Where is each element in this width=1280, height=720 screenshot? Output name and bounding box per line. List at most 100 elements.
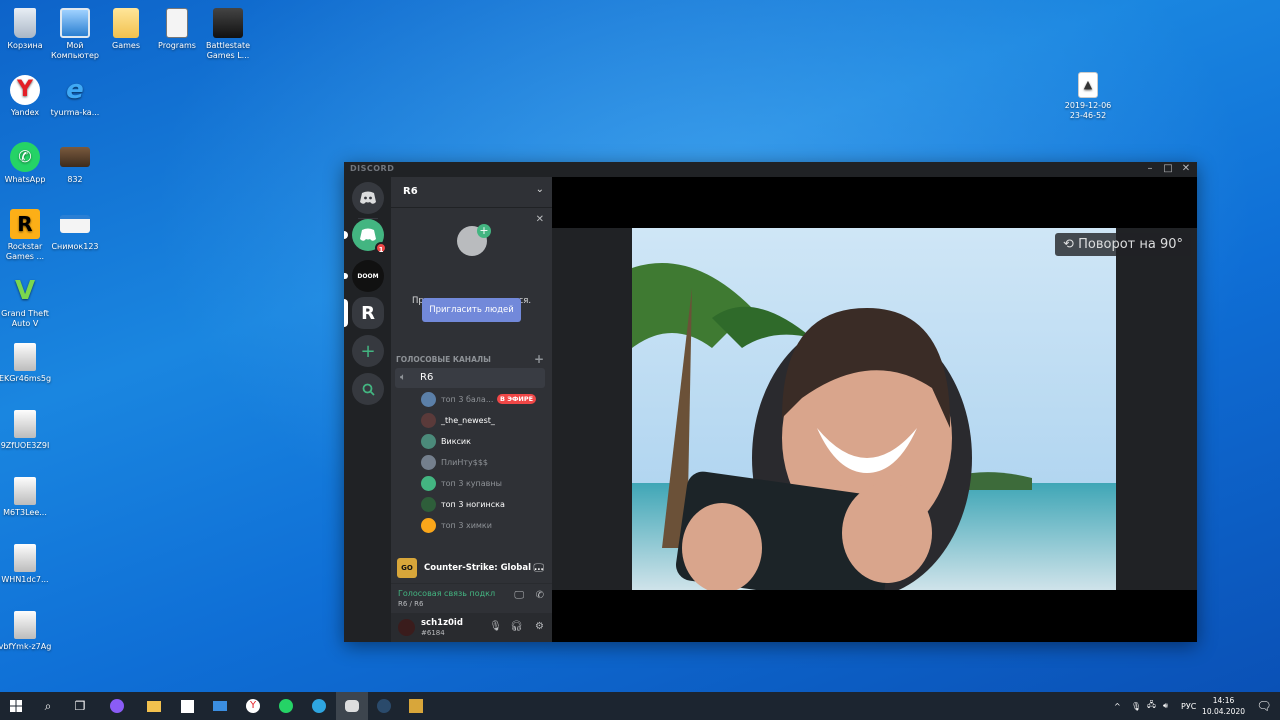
headphones-icon[interactable]: 🎧︎ [510,621,523,632]
rotate-icon: ⟲ [1063,237,1074,252]
taskbar: ⌕ ❐ Y ^ 🎙︎ 🖧︎ 🔊︎ РУС 14:16 10.04.2020 🗨︎ [0,692,1280,720]
desktop-icon-my-computer[interactable]: Мой Компьютер [47,8,103,61]
voice-user[interactable]: топ 3 бала... В ЭФИРЕ [419,390,545,410]
desktop-icon-file-5[interactable]: vbfYmk-z7Ag [0,611,53,652]
desktop-icon-file-3[interactable]: M6T3Lee... [0,477,53,518]
volume-icon[interactable]: 🔊︎ [1163,692,1168,720]
program-icon [166,8,188,38]
voice-user[interactable]: _the_newest_ [419,411,545,431]
search-icon [362,383,375,396]
desktop-icon-label: Yandex [10,108,40,117]
server-icon-dark[interactable]: DOOM [352,260,384,292]
show-hidden-icons[interactable]: ^ [1114,692,1121,720]
screen-share-icon[interactable]: 🖵︎ [514,590,524,601]
screen-share-icon[interactable]: 🖵︎ [533,561,544,575]
desktop-icon-screenshot-file[interactable]: ▲ 2019-12-06 23-46-52 [1060,72,1116,121]
desktop-icon-label: Корзина [7,41,43,50]
voice-channel-r6[interactable]: 🔈︎ R6 [395,368,545,388]
notification-badge: 1 [375,242,387,254]
search-icon[interactable]: ⌕ [32,692,64,720]
desktop-icon-label: vbfYmk-z7Ag [0,642,52,651]
speaker-icon: 🔈︎ [400,372,406,383]
add-channel-icon[interactable]: + [534,352,544,366]
user-tag: #6184 [421,629,445,637]
system-clock[interactable]: 14:16 10.04.2020 [1202,695,1245,717]
desktop-icon-rockstar[interactable]: R Rockstar Games ... [0,209,53,262]
voice-channels-category[interactable]: ГОЛОСОВЫЕ КАНАЛЫ + [396,352,546,366]
whatsapp-icon: ✆ [10,142,40,172]
screenshot-file-icon [60,215,90,233]
server-header[interactable]: R6 ⌄ [391,177,552,208]
discord-logo-icon [360,228,376,241]
clock-date: 10.04.2020 [1202,707,1245,716]
add-friend-icon: + [477,224,491,238]
avatar [421,413,436,428]
desktop-icon-whatsapp[interactable]: ✆ WhatsApp [0,142,53,185]
desktop-icon-gta[interactable]: V Grand Theft Auto V [0,276,53,329]
desktop-icon-yandex[interactable]: Y Yandex [0,75,53,118]
desktop-icon-label: Снимок123 [51,242,99,251]
desktop-icon-games[interactable]: Games [98,8,154,51]
desktop-icon-label: 2019-12-06 23-46-52 [1064,101,1112,120]
steam-icon[interactable] [368,692,400,720]
server-icon-r6[interactable]: R [352,297,384,329]
telegram-icon[interactable] [303,692,335,720]
desktop-icon-file-4[interactable]: WHN1dc7... [0,544,53,585]
game-activity: GO Counter-Strike: Global ... 🖵︎ [391,555,552,581]
yandex-browser-icon[interactable]: Y [237,692,269,720]
notifications-icon[interactable]: 🗨︎ [1248,692,1280,720]
language-indicator[interactable]: РУС [1181,692,1196,720]
discord-taskbar-icon[interactable] [336,692,368,720]
close-window-button[interactable]: ✕ [1177,163,1195,174]
voice-user[interactable]: топ 3 купавны [419,474,545,494]
disconnect-icon[interactable]: ✆ [536,590,544,601]
csgo-taskbar-icon[interactable] [400,692,432,720]
alice-icon[interactable] [101,692,133,720]
server-icon-green[interactable]: 1 [352,219,387,254]
close-icon[interactable]: ✕ [536,214,544,225]
voice-status-text: Голосовая связь подкл [398,589,496,598]
image-file-icon [60,147,90,167]
avatar [421,392,436,407]
desktop-icon-label: WhatsApp [4,175,46,184]
voice-user[interactable]: топ 3 ногинска [419,495,545,515]
start-button[interactable] [0,692,32,720]
desktop-icon-832[interactable]: 832 [47,142,103,185]
voice-user-name: Виксик [441,437,471,446]
voice-user-name: ПлиНту$$$ [441,458,489,467]
explore-servers-button[interactable] [352,373,384,405]
voice-user[interactable]: Виксик [419,432,545,452]
microphone-tray-icon[interactable]: 🎙︎ [1131,692,1141,720]
home-button[interactable] [352,182,384,214]
video-frame [632,228,1116,590]
desktop-icon-recycle-bin[interactable]: Корзина [0,8,53,51]
avatar [421,455,436,470]
file-explorer-icon[interactable] [138,692,170,720]
voice-user[interactable]: ПлиНту$$$ [419,453,545,473]
desktop-icon-tyurma[interactable]: e tyurma-ka... [47,75,103,118]
game-icon [213,8,243,38]
gear-icon[interactable]: ⚙ [535,621,544,632]
unread-indicator [344,231,348,239]
file-icon [14,477,36,505]
avatar[interactable] [398,619,415,636]
network-icon[interactable]: 🖧︎ [1147,692,1156,720]
add-server-button[interactable]: + [352,335,384,367]
mail-icon[interactable] [204,692,236,720]
desktop-icon-battlestate[interactable]: Battlestate Games L... [200,8,256,61]
selected-indicator [344,299,348,327]
stream-video[interactable] [632,228,1116,590]
invite-people-button[interactable]: Пригласить людей [422,298,521,322]
voice-user[interactable]: топ 3 химки [419,516,545,536]
store-icon[interactable] [171,692,203,720]
microphone-icon[interactable]: 🎙︎ [489,621,502,632]
whatsapp-icon[interactable] [270,692,302,720]
desktop-icon-programs[interactable]: Programs [149,8,205,51]
desktop-icon-file-1[interactable]: EKGr46ms5g [0,343,53,384]
rotate-button[interactable]: ⟲ Поворот на 90° [1055,233,1191,256]
desktop-icon-file-2[interactable]: 9ZfUOE3Z9I [0,410,53,451]
task-view-icon[interactable]: ❐ [64,692,96,720]
desktop-icon-snimok[interactable]: Снимок123 [47,209,103,252]
minimize-button[interactable]: – [1141,163,1159,174]
maximize-button[interactable]: □ [1159,163,1177,174]
